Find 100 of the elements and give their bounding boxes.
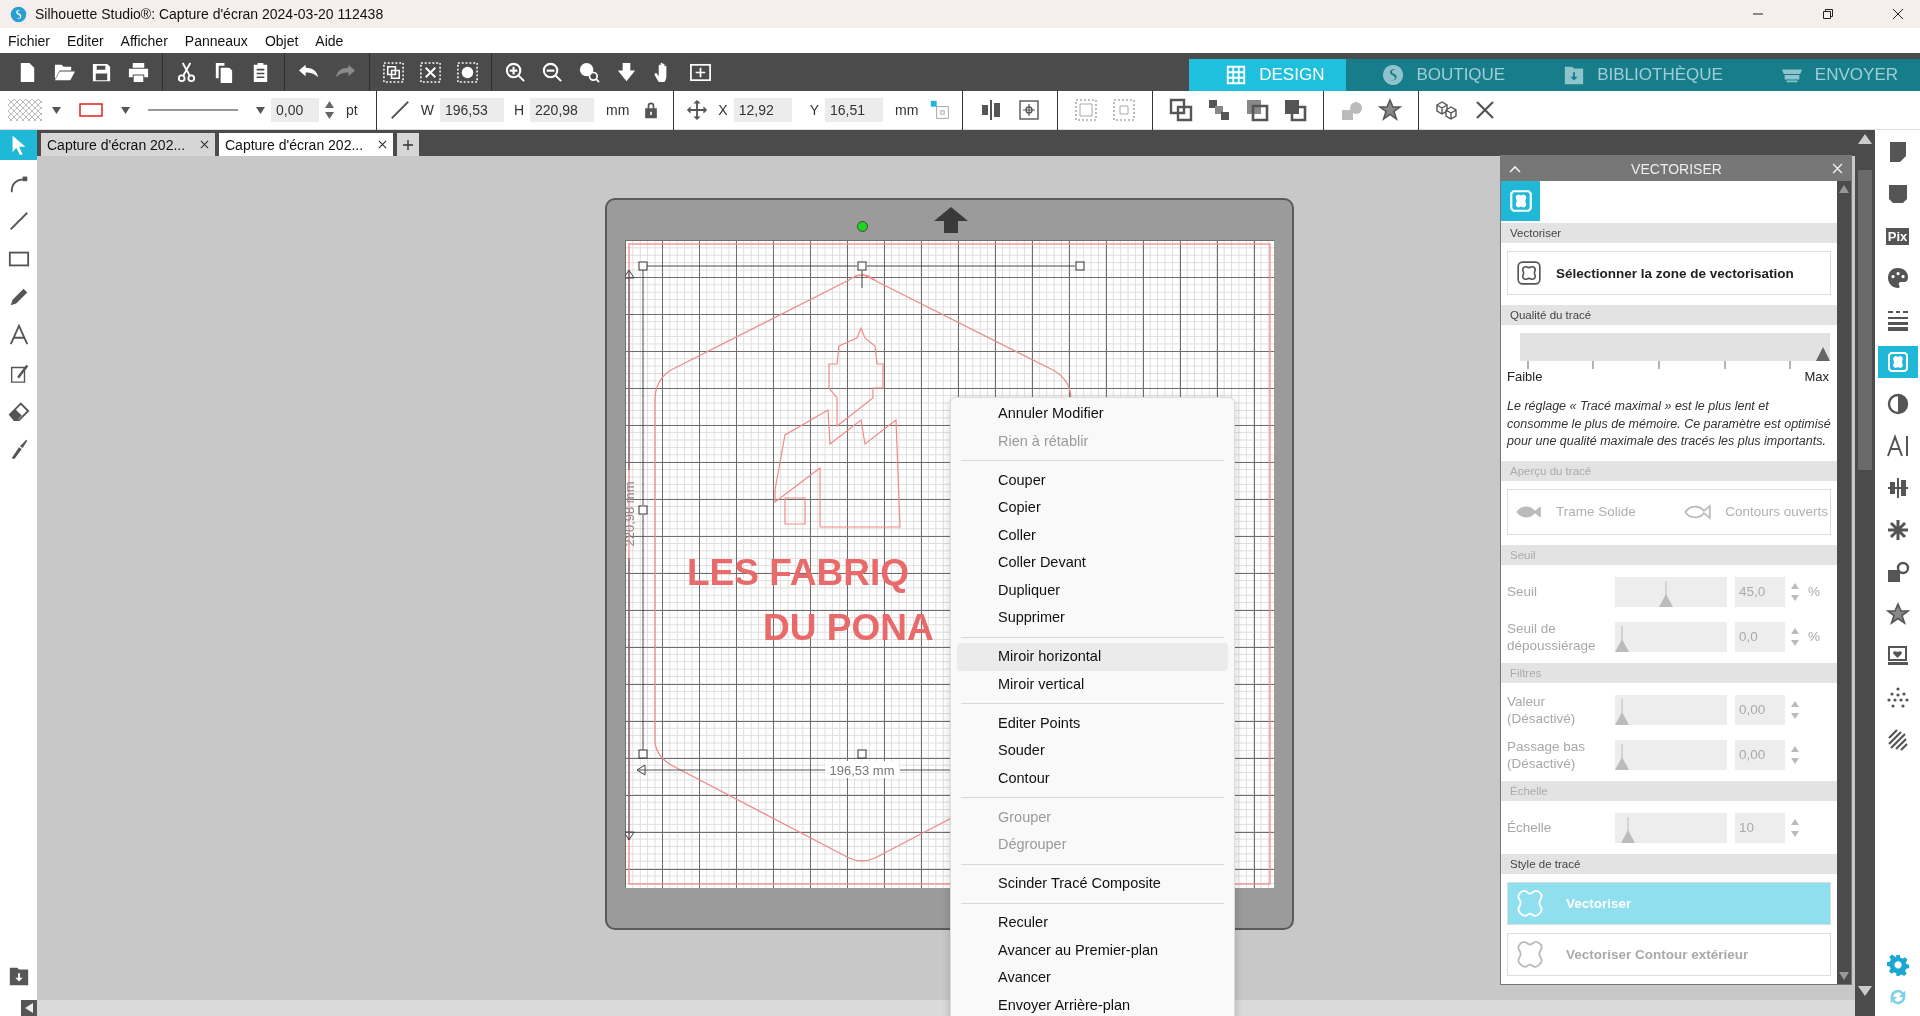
move-arrows-icon[interactable]	[686, 99, 709, 121]
scroll-up-icon[interactable]	[1839, 185, 1849, 193]
unit-label: mm	[606, 102, 630, 118]
slider[interactable]	[1615, 694, 1727, 725]
align-icon	[1885, 476, 1910, 500]
close-icon[interactable]	[1892, 8, 1904, 20]
scrollbar-thumb[interactable]	[1858, 170, 1872, 470]
selection-handle	[638, 749, 648, 759]
line-style-sample[interactable]	[148, 106, 238, 114]
setting-label: Seuil	[1507, 583, 1539, 600]
field-label: H	[513, 102, 525, 118]
pix-icon: Pix	[1885, 227, 1910, 245]
slider[interactable]	[1615, 621, 1727, 652]
menu-item[interactable]: Miroir vertical	[957, 670, 1228, 698]
slider[interactable]	[1615, 576, 1727, 607]
collapse-icon[interactable]	[1509, 164, 1521, 173]
dropdown-caret-icon[interactable]	[256, 106, 265, 114]
dropdown-caret-icon[interactable]	[52, 106, 61, 114]
selection-handle	[638, 261, 648, 271]
spinner-arrows-icon[interactable]	[325, 101, 334, 119]
menu-item[interactable]: Souder	[957, 737, 1228, 765]
contrast-icon	[1885, 392, 1910, 416]
slider[interactable]	[1615, 739, 1727, 770]
document-tab-label: Capture d'écran 202...	[225, 136, 364, 153]
x-position-field[interactable]: 12,92	[733, 98, 792, 122]
menu-item[interactable]: Avancer	[957, 964, 1228, 992]
menu-item[interactable]: Scinder Tracé Composite	[957, 870, 1228, 898]
slider-thumb[interactable]	[1615, 698, 1629, 725]
diagonal-line-icon[interactable]	[388, 99, 411, 121]
menu-item[interactable]: Fichier	[8, 32, 50, 49]
ungroup-icon[interactable]	[419, 60, 442, 84]
scroll-left-icon[interactable]	[21, 1000, 37, 1016]
center-icon[interactable]	[1017, 98, 1042, 122]
menu-item[interactable]: Supprimer	[957, 604, 1228, 632]
menu-item[interactable]: Miroir horizontal	[957, 643, 1228, 671]
panel-title: VECTORISER	[1631, 160, 1722, 177]
menu-item[interactable]: Objet	[264, 32, 299, 49]
send-back-icon[interactable]	[1283, 98, 1308, 122]
send-backward-icon[interactable]	[1245, 98, 1270, 122]
panel-toggle[interactable]	[1877, 346, 1918, 378]
menu-item[interactable]: Panneaux	[184, 32, 248, 49]
height-field[interactable]: 220,98	[530, 98, 595, 122]
zoom-selection-icon[interactable]	[578, 60, 601, 84]
star-icon[interactable]	[1378, 98, 1403, 122]
field-label: W	[420, 102, 434, 118]
slider-thumb[interactable]	[1615, 625, 1629, 652]
slider[interactable]	[1615, 812, 1727, 843]
menu-item[interactable]: Coller Devant	[957, 549, 1228, 577]
menu-item[interactable]: Avancer au Premier-plan	[957, 936, 1228, 964]
panel-toggle[interactable]: Pix	[1877, 220, 1918, 252]
menu-item[interactable]: Coller	[957, 521, 1228, 549]
scroll-down-icon[interactable]	[1839, 972, 1849, 980]
panel-scrollbar[interactable]	[1837, 181, 1851, 984]
bring-front-icon[interactable]	[1169, 98, 1194, 122]
scroll-down-icon[interactable]	[1858, 986, 1872, 996]
slider-thumb[interactable]	[1659, 580, 1674, 607]
stroke-color-swatch[interactable]	[79, 102, 103, 118]
quality-slider[interactable]	[1520, 333, 1830, 361]
group-icon[interactable]	[382, 60, 405, 84]
printer-icon[interactable]	[127, 60, 150, 84]
select-area-button[interactable]: Sélectionner la zone de vectorisation	[1507, 251, 1831, 295]
menu-item[interactable]: Dupliquer	[957, 576, 1228, 604]
document-tab[interactable]: Capture d'écran 202...	[219, 133, 393, 156]
cloud-outline-icon	[1514, 887, 1546, 919]
menu-item[interactable]: Envoyer Arrière-plan	[957, 991, 1228, 1016]
menu-item[interactable]: Couper	[957, 466, 1228, 494]
unit-label: %	[1808, 584, 1820, 599]
scissors-icon[interactable]	[175, 60, 198, 84]
scroll-up-icon[interactable]	[1858, 134, 1872, 144]
width-field[interactable]: 196,53	[439, 98, 504, 122]
y-position-field[interactable]: 16,51	[825, 98, 884, 122]
document-tab[interactable]: Capture d'écran 202...	[41, 133, 215, 156]
close-icon[interactable]	[200, 140, 209, 149]
zoom-out-icon[interactable]	[541, 60, 564, 84]
bring-forward-icon[interactable]	[1207, 98, 1232, 122]
restore-icon[interactable]	[1822, 8, 1834, 20]
cubes-icon[interactable]	[1435, 98, 1460, 122]
slider-thumb[interactable]	[1620, 816, 1635, 843]
fill-pattern-swatch[interactable]	[8, 99, 42, 121]
close-icon[interactable]	[378, 140, 387, 149]
line-icon	[7, 210, 30, 232]
new-tab-button[interactable]	[397, 133, 419, 156]
menu-item[interactable]: Copier	[957, 494, 1228, 522]
menu-item[interactable]: Contour	[957, 764, 1228, 792]
gear-icon[interactable]	[1886, 954, 1909, 976]
cloud-outline-icon	[1514, 938, 1546, 970]
menu-item[interactable]: Annuler Modifier	[957, 400, 1228, 428]
menu-item[interactable]: Editer	[67, 32, 104, 49]
line-width-field[interactable]: 0,00	[271, 98, 319, 122]
menu-item[interactable]: Afficher	[120, 32, 168, 49]
menu-item[interactable]: Aide	[315, 32, 344, 49]
folder-download-icon	[1563, 64, 1586, 86]
slider-thumb[interactable]	[1816, 347, 1830, 361]
dropdown-caret-icon[interactable]	[121, 106, 130, 114]
heart-screen-icon	[1885, 644, 1910, 668]
menu-item[interactable]: Editer Points	[957, 709, 1228, 737]
menu-item[interactable]: Reculer	[957, 909, 1228, 937]
zoom-in-icon[interactable]	[504, 60, 527, 84]
lines-icon	[1885, 308, 1910, 332]
slider-thumb[interactable]	[1615, 743, 1629, 770]
